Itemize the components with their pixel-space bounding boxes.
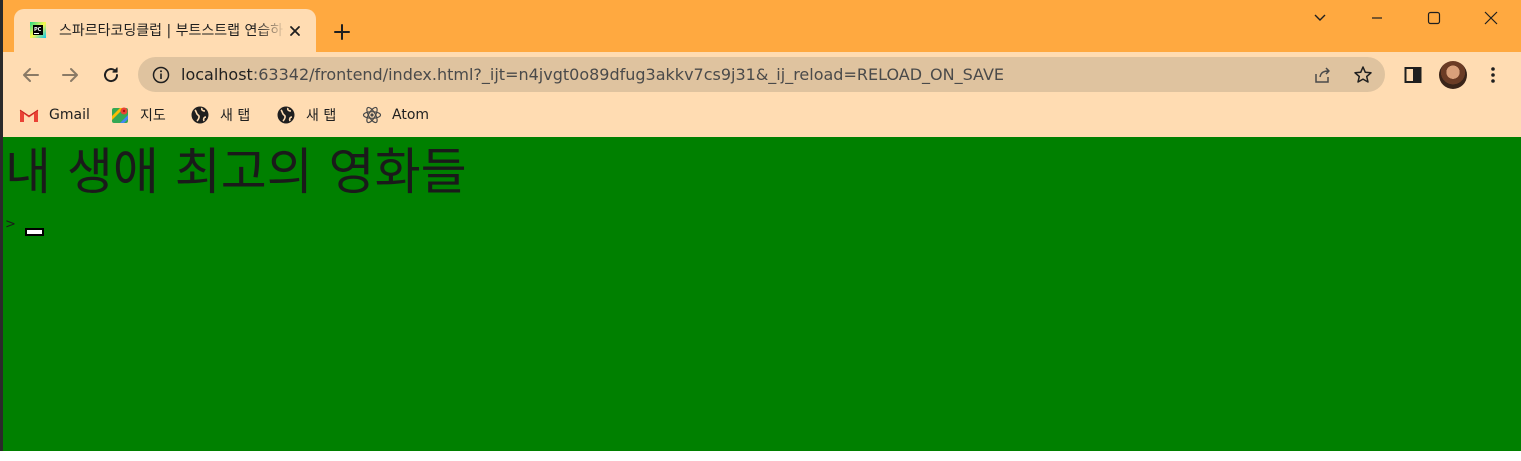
bookmark-label: 지도: [140, 108, 166, 124]
bookmark-gmail[interactable]: Gmail: [19, 104, 90, 126]
star-icon: [1354, 66, 1372, 83]
tab-title: 스파르타코딩클럽 | 부트스트랩 연습하기: [59, 23, 284, 39]
bookmark-new-tab-2[interactable]: 새 탭: [276, 104, 336, 126]
address-bar[interactable]: localhost:63342/frontend/index.html?_ijt…: [138, 57, 1385, 92]
globe-icon: [276, 105, 296, 125]
profile-avatar[interactable]: [1439, 61, 1467, 89]
atom-icon: [362, 105, 382, 125]
close-icon: [1484, 11, 1498, 25]
globe-icon: [190, 105, 210, 125]
url-text[interactable]: localhost:63342/frontend/index.html?_ijt…: [181, 64, 1004, 86]
forward-button[interactable]: [58, 63, 82, 87]
back-button[interactable]: [19, 63, 43, 87]
close-icon: [290, 26, 300, 36]
tab-close-button[interactable]: [286, 22, 304, 40]
maximize-icon: [1427, 11, 1441, 25]
maximize-button[interactable]: [1422, 6, 1446, 30]
title-bar: PC 스파르타코딩클럽 | 부트스트랩 연습하기: [3, 0, 1521, 52]
info-icon[interactable]: [152, 66, 170, 84]
kebab-menu-icon: [1491, 67, 1495, 83]
plus-icon: [334, 24, 350, 40]
url-path: :63342/frontend/index.html?_ijt=n4jvgt0o…: [252, 65, 1005, 84]
tab-search-button[interactable]: [1308, 6, 1332, 30]
browser-window: PC 스파르타코딩클럽 | 부트스트랩 연습하기 localhost:63342…: [0, 0, 1521, 461]
close-window-button[interactable]: [1479, 6, 1503, 30]
bookmark-atom[interactable]: Atom: [362, 104, 429, 126]
reload-icon: [104, 67, 119, 83]
bottom-edge: [0, 451, 1521, 461]
chevron-down-icon: [1314, 14, 1326, 21]
share-icon: [1315, 67, 1330, 83]
pycharm-icon: PC: [30, 22, 46, 38]
bookmark-maps[interactable]: 지도: [110, 104, 166, 126]
arrow-right-icon: [62, 68, 78, 82]
active-tab[interactable]: PC 스파르타코딩클럽 | 부트스트랩 연습하기: [14, 9, 316, 52]
page-heading: 내 생애 최고의 영화들: [5, 143, 467, 201]
text-input[interactable]: [25, 228, 44, 236]
bookmark-star-button[interactable]: [1353, 65, 1373, 85]
url-host: localhost: [181, 65, 253, 84]
maps-icon: [110, 105, 130, 125]
arrow-left-icon: [23, 68, 39, 82]
side-panel-icon: [1404, 67, 1422, 83]
share-button[interactable]: [1313, 65, 1333, 85]
bookmark-label: 새 탭: [306, 108, 337, 124]
side-panel-button[interactable]: [1401, 63, 1425, 87]
page-content: 내 생애 최고의 영화들 >: [3, 137, 1521, 451]
new-tab-button[interactable]: [328, 18, 356, 46]
reload-button[interactable]: [99, 63, 123, 87]
tab-title-fade: [256, 19, 286, 43]
minimize-button[interactable]: [1365, 6, 1389, 30]
gmail-icon: [19, 105, 39, 125]
toolbar: localhost:63342/frontend/index.html?_ijt…: [3, 52, 1521, 98]
menu-button[interactable]: [1481, 63, 1505, 87]
bookmark-new-tab-1[interactable]: 새 탭: [190, 104, 250, 126]
prompt-marker: >: [5, 217, 16, 232]
bookmark-label: 새 탭: [220, 108, 251, 124]
bookmarks-bar: Gmail 지도 새 탭 새 탭 Atom: [3, 98, 1521, 137]
svg-text:PC: PC: [34, 27, 42, 33]
bookmark-label: Atom: [392, 107, 430, 123]
bookmark-label: Gmail: [49, 107, 90, 123]
minimize-icon: [1372, 17, 1382, 19]
